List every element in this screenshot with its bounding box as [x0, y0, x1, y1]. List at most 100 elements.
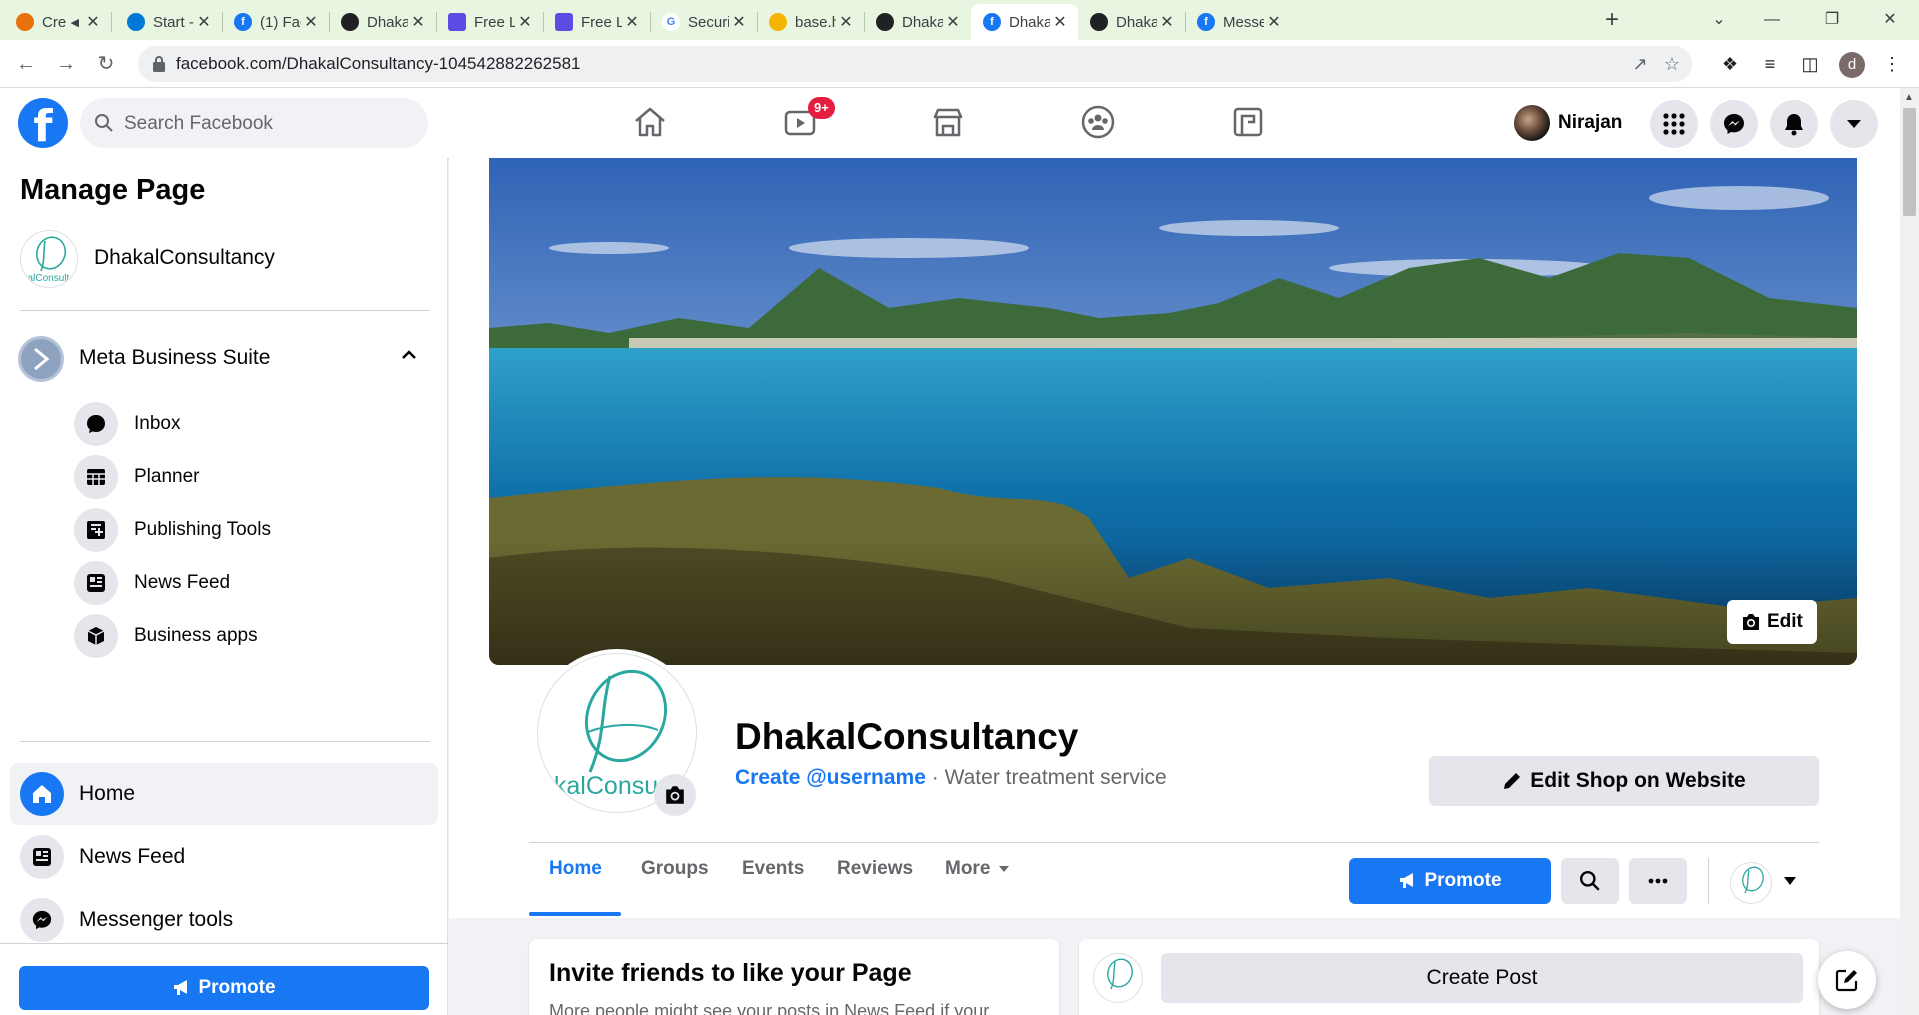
edit-cover-button[interactable]: Edit: [1727, 600, 1817, 644]
close-tab-icon[interactable]: ✕: [943, 12, 963, 32]
minimize-button[interactable]: —: [1752, 6, 1792, 34]
sidebar-page-name[interactable]: DhakalConsultancy: [94, 246, 275, 270]
browser-tab[interactable]: Dhakal✕: [1078, 4, 1185, 40]
lock-icon[interactable]: [152, 55, 166, 73]
close-tab-icon[interactable]: ✕: [1050, 12, 1070, 32]
create-post-button[interactable]: Create Post: [1161, 953, 1803, 1003]
sidebar-item-business-apps[interactable]: Business apps: [72, 610, 432, 662]
close-tab-icon[interactable]: ✕: [408, 12, 428, 32]
close-tab-icon[interactable]: ✕: [1264, 12, 1284, 32]
notifications-button[interactable]: [1770, 100, 1818, 148]
promote-button-sidebar[interactable]: Promote: [19, 966, 429, 1010]
browser-tab[interactable]: G Security✕: [650, 4, 757, 40]
browser-tab[interactable]: Start - l✕: [115, 4, 222, 40]
browser-tab[interactable]: f Dhakal✕: [971, 4, 1078, 40]
sidebar-item-inbox[interactable]: Inbox: [72, 398, 432, 450]
browser-tab[interactable]: Dhakal✕: [864, 4, 971, 40]
tab-home[interactable]: Home: [549, 858, 602, 880]
marketplace-nav-icon[interactable]: [928, 102, 968, 142]
browser-menu-icon[interactable]: ⋮: [1880, 52, 1904, 76]
sidebar-item-label: Planner: [134, 466, 200, 487]
page-scrollbar[interactable]: [1900, 88, 1919, 1015]
sidebar-item-planner[interactable]: Planner: [72, 451, 432, 503]
record-icon: [16, 13, 34, 31]
sidebar-item-publishing-tools[interactable]: Publishing Tools: [72, 504, 432, 556]
close-tab-icon[interactable]: ✕: [515, 12, 535, 32]
close-tab-icon[interactable]: ✕: [622, 12, 642, 32]
address-bar[interactable]: facebook.com/DhakalConsultancy-104542882…: [138, 46, 1692, 82]
megaphone-icon: [174, 980, 188, 995]
chat-bubble-icon: [74, 402, 118, 446]
account-menu-button[interactable]: [1830, 100, 1878, 148]
browser-tab[interactable]: Free Lo✕: [436, 4, 543, 40]
chevron-up-icon[interactable]: [400, 346, 418, 364]
browser-tab[interactable]: f Messen✕: [1185, 4, 1292, 40]
close-tab-icon[interactable]: ✕: [194, 12, 214, 32]
back-button[interactable]: ←: [12, 50, 40, 78]
switch-profile-avatar[interactable]: [1730, 862, 1772, 904]
browser-tab[interactable]: Dhakal✕: [329, 4, 436, 40]
scrollbar-thumb[interactable]: [1903, 108, 1916, 216]
browser-tab[interactable]: f (1) Face✕: [222, 4, 329, 40]
scroll-up-arrow[interactable]: ▲: [1904, 92, 1914, 103]
promote-button[interactable]: Promote: [1349, 858, 1551, 904]
close-tab-icon[interactable]: ✕: [301, 12, 321, 32]
reload-button[interactable]: ↻: [92, 50, 120, 78]
browser-tab[interactable]: base.ht✕: [757, 4, 864, 40]
home-nav-icon[interactable]: [630, 102, 670, 142]
close-tab-icon[interactable]: ✕: [83, 12, 103, 32]
page-avatar-small[interactable]: akalConsult: [20, 230, 78, 288]
browser-toolbar: ← → ↻ facebook.com/DhakalConsultancy-104…: [0, 40, 1919, 88]
edit-shop-button[interactable]: Edit Shop on Website: [1429, 756, 1819, 806]
sidebar-divider: [20, 741, 430, 742]
new-message-button[interactable]: [1818, 951, 1876, 1009]
close-tab-icon[interactable]: ✕: [1157, 12, 1177, 32]
menu-grid-button[interactable]: [1650, 100, 1698, 148]
browser-tab[interactable]: Cre ◀ ✕: [4, 4, 111, 40]
url-text[interactable]: facebook.com/DhakalConsultancy-104542882…: [176, 54, 581, 74]
create-username-link[interactable]: Create @username: [735, 766, 926, 789]
promote-label: Promote: [198, 977, 276, 998]
search-page-button[interactable]: [1561, 858, 1619, 904]
tab-more[interactable]: More: [945, 858, 1010, 880]
drive-icon: [769, 13, 787, 31]
side-panel-icon[interactable]: ◫: [1798, 52, 1822, 76]
tab-groups[interactable]: Groups: [641, 858, 709, 880]
more-options-button[interactable]: [1629, 858, 1687, 904]
facebook-search-input[interactable]: Search Facebook: [80, 98, 428, 148]
facebook-logo-icon[interactable]: f: [18, 98, 68, 148]
media-control-icon[interactable]: ≡: [1758, 52, 1782, 76]
manage-page-sidebar: Manage Page akalConsult DhakalConsultanc…: [0, 158, 448, 1015]
extensions-puzzle-icon[interactable]: ❖: [1718, 52, 1742, 76]
close-tab-icon[interactable]: ✕: [836, 12, 856, 32]
update-profile-picture-button[interactable]: [654, 774, 696, 816]
caret-down-icon[interactable]: [1783, 876, 1797, 886]
tab-reviews[interactable]: Reviews: [837, 858, 913, 880]
close-window-button[interactable]: ✕: [1870, 6, 1910, 34]
sidebar-item-messenger-tools[interactable]: Messenger tools: [10, 889, 438, 951]
logo-icon: [448, 13, 466, 31]
close-tab-icon[interactable]: ✕: [729, 12, 749, 32]
forward-button[interactable]: →: [52, 50, 80, 78]
meta-business-suite-toggle[interactable]: Meta Business Suite: [8, 330, 436, 386]
messenger-button[interactable]: [1710, 100, 1758, 148]
browser-tab[interactable]: Free Lo✕: [543, 4, 650, 40]
tab-audio-icon[interactable]: ◀: [71, 16, 79, 29]
sidebar-item-news-feed[interactable]: News Feed: [72, 557, 432, 609]
page-logo-icon: akalConsult: [21, 236, 69, 284]
active-tab-indicator: [529, 912, 621, 916]
user-profile-chip[interactable]: Nirajan: [1514, 100, 1622, 146]
new-tab-button[interactable]: +: [1598, 6, 1626, 34]
restore-button[interactable]: ❐: [1812, 6, 1852, 34]
sidebar-item-home[interactable]: Home: [10, 763, 438, 825]
cover-photo[interactable]: [489, 158, 1857, 665]
tab-events[interactable]: Events: [742, 858, 804, 880]
share-icon[interactable]: ↗: [1628, 52, 1652, 76]
page-subtitle: Create @username · Water treatment servi…: [735, 766, 1167, 790]
sidebar-item-news-feed-main[interactable]: News Feed: [10, 826, 438, 888]
gaming-nav-icon[interactable]: [1228, 102, 1268, 142]
tab-search-icon[interactable]: ⌄: [1699, 6, 1739, 34]
bookmark-star-icon[interactable]: ☆: [1660, 52, 1684, 76]
browser-profile-avatar[interactable]: d: [1839, 52, 1865, 78]
groups-nav-icon[interactable]: [1078, 102, 1118, 142]
